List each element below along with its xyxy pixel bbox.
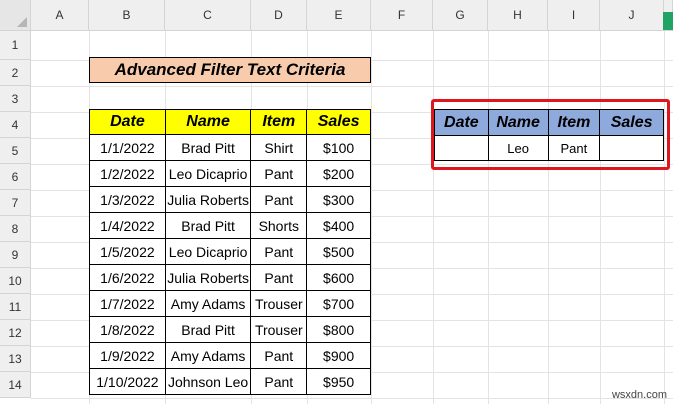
sales-cell[interactable]: $200 <box>306 160 371 187</box>
sales-cell[interactable]: $300 <box>306 186 371 213</box>
column-header-c[interactable]: C <box>165 0 251 31</box>
select-all-corner[interactable] <box>0 0 31 31</box>
row-header-11[interactable]: 11 <box>0 294 31 320</box>
table-row: 1/3/2022 Julia Roberts Pant $300 <box>89 186 371 213</box>
data-table-header-row: Date Name Item Sales <box>89 109 371 135</box>
date-cell[interactable]: 1/9/2022 <box>89 342 166 369</box>
row-header-10[interactable]: 10 <box>0 268 31 294</box>
item-cell[interactable]: Pant <box>250 368 308 395</box>
name-cell[interactable]: Brad Pitt <box>164 212 252 239</box>
item-cell[interactable]: Trouser <box>250 316 308 343</box>
header-date[interactable]: Date <box>89 109 166 135</box>
row-header-2[interactable]: 2 <box>0 60 31 86</box>
date-cell[interactable]: 1/3/2022 <box>89 186 166 213</box>
sales-cell[interactable]: $800 <box>306 316 371 343</box>
criteria-highlight-frame <box>431 99 670 170</box>
sheet-title[interactable]: Advanced Filter Text Criteria <box>89 57 371 83</box>
column-header-b[interactable]: B <box>89 0 165 31</box>
table-row: 1/8/2022 Brad Pitt Trouser $800 <box>89 316 371 343</box>
date-cell[interactable]: 1/2/2022 <box>89 160 166 187</box>
column-header-e[interactable]: E <box>307 0 371 31</box>
item-cell[interactable]: Pant <box>250 160 308 187</box>
watermark: wsxdn.com <box>611 389 667 401</box>
header-item[interactable]: Item <box>250 109 308 135</box>
sales-cell[interactable]: $950 <box>306 368 371 395</box>
date-cell[interactable]: 1/10/2022 <box>89 368 166 395</box>
column-header-g[interactable]: G <box>433 0 488 31</box>
gridline <box>31 398 673 399</box>
row-header-1[interactable]: 1 <box>0 31 31 60</box>
date-cell[interactable]: 1/1/2022 <box>89 134 166 161</box>
name-cell[interactable]: Julia Roberts <box>164 264 252 291</box>
table-row: 1/10/2022 Johnson Leo Pant $950 <box>89 368 371 395</box>
item-cell[interactable]: Pant <box>250 238 308 265</box>
item-cell[interactable]: Pant <box>250 264 308 291</box>
sales-cell[interactable]: $500 <box>306 238 371 265</box>
header-name[interactable]: Name <box>164 109 252 135</box>
row-header-14[interactable]: 14 <box>0 372 31 398</box>
name-cell[interactable]: Brad Pitt <box>164 316 252 343</box>
item-cell[interactable]: Shorts <box>250 212 308 239</box>
table-row: 1/2/2022 Leo Dicaprio Pant $200 <box>89 160 371 187</box>
date-cell[interactable]: 1/8/2022 <box>89 316 166 343</box>
sales-cell[interactable]: $700 <box>306 290 371 317</box>
column-header-d[interactable]: D <box>251 0 307 31</box>
date-cell[interactable]: 1/5/2022 <box>89 238 166 265</box>
row-header-6[interactable]: 6 <box>0 164 31 190</box>
date-cell[interactable]: 1/7/2022 <box>89 290 166 317</box>
item-cell[interactable]: Shirt <box>250 134 308 161</box>
row-header-12[interactable]: 12 <box>0 320 31 346</box>
table-row: 1/5/2022 Leo Dicaprio Pant $500 <box>89 238 371 265</box>
active-column-marker <box>663 12 673 30</box>
column-header-i[interactable]: I <box>548 0 600 31</box>
gridline <box>31 86 673 87</box>
name-cell[interactable]: Amy Adams <box>164 342 252 369</box>
column-header-a[interactable]: A <box>31 0 89 31</box>
row-header-9[interactable]: 9 <box>0 242 31 268</box>
item-cell[interactable]: Pant <box>250 342 308 369</box>
column-header-j[interactable]: J <box>600 0 664 31</box>
row-header-4[interactable]: 4 <box>0 112 31 138</box>
header-sales[interactable]: Sales <box>306 109 371 135</box>
row-header-3[interactable]: 3 <box>0 86 31 112</box>
sales-cell[interactable]: $900 <box>306 342 371 369</box>
name-cell[interactable]: Leo Dicaprio <box>164 160 252 187</box>
name-cell[interactable]: Johnson Leo <box>164 368 252 395</box>
date-cell[interactable]: 1/4/2022 <box>89 212 166 239</box>
name-cell[interactable]: Amy Adams <box>164 290 252 317</box>
row-header-5[interactable]: 5 <box>0 138 31 164</box>
row-header-13[interactable]: 13 <box>0 346 31 372</box>
table-row: 1/7/2022 Amy Adams Trouser $700 <box>89 290 371 317</box>
row-header-7[interactable]: 7 <box>0 190 31 216</box>
sales-cell[interactable]: $100 <box>306 134 371 161</box>
name-cell[interactable]: Leo Dicaprio <box>164 238 252 265</box>
data-table: Date Name Item Sales 1/1/2022 Brad Pitt … <box>89 109 371 395</box>
item-cell[interactable]: Pant <box>250 186 308 213</box>
name-cell[interactable]: Julia Roberts <box>164 186 252 213</box>
date-cell[interactable]: 1/6/2022 <box>89 264 166 291</box>
sales-cell[interactable]: $600 <box>306 264 371 291</box>
table-row: 1/4/2022 Brad Pitt Shorts $400 <box>89 212 371 239</box>
column-header-f[interactable]: F <box>371 0 433 31</box>
column-header-h[interactable]: H <box>488 0 548 31</box>
table-row: 1/9/2022 Amy Adams Pant $900 <box>89 342 371 369</box>
name-cell[interactable]: Brad Pitt <box>164 134 252 161</box>
sales-cell[interactable]: $400 <box>306 212 371 239</box>
table-row: 1/1/2022 Brad Pitt Shirt $100 <box>89 134 371 161</box>
item-cell[interactable]: Trouser <box>250 290 308 317</box>
table-row: 1/6/2022 Julia Roberts Pant $600 <box>89 264 371 291</box>
row-header-8[interactable]: 8 <box>0 216 31 242</box>
